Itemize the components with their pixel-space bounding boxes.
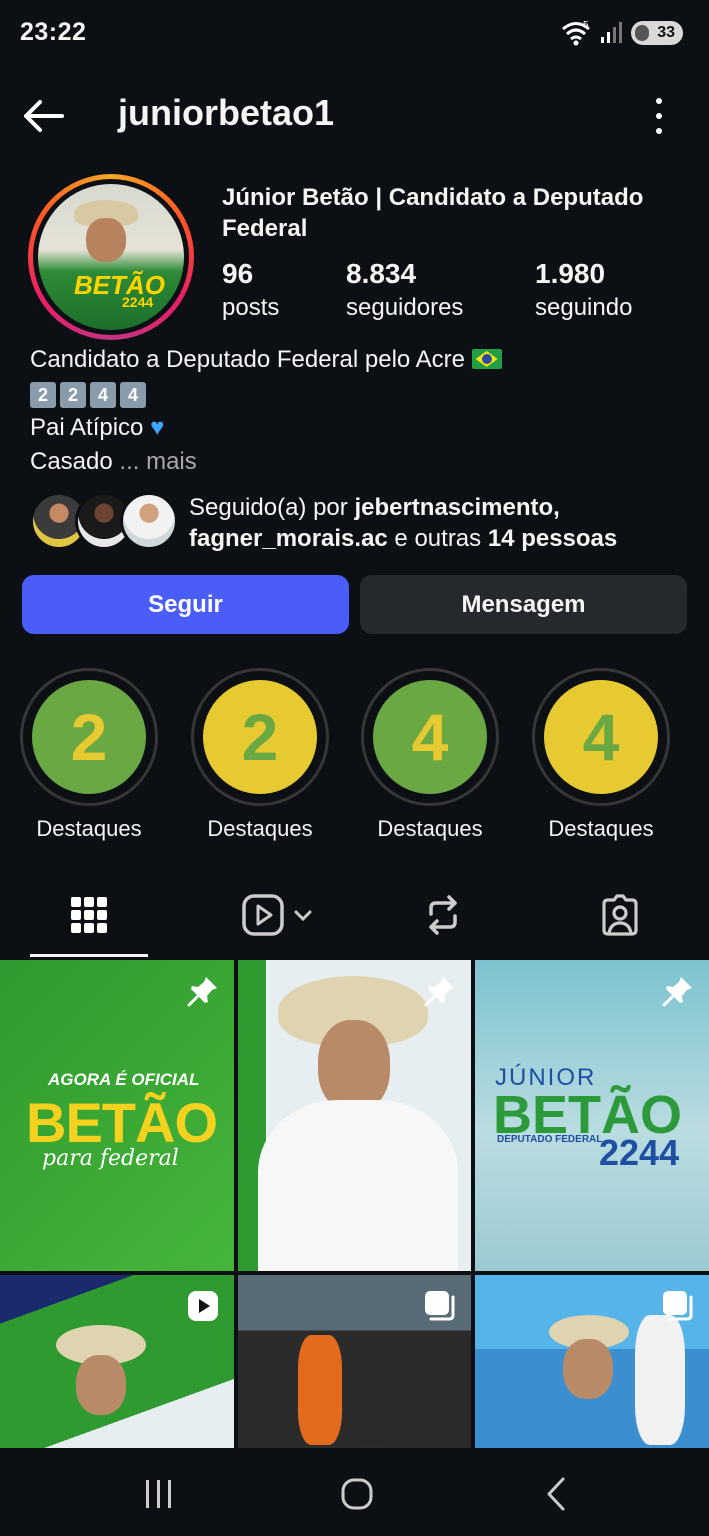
wifi-badge: 5 bbox=[583, 20, 589, 31]
tab-reposts[interactable] bbox=[384, 876, 502, 954]
signal-icon bbox=[601, 22, 622, 43]
avatar bbox=[120, 492, 178, 550]
profile-stats: 96 posts 8.834 seguidores 1.980 seguindo bbox=[222, 258, 692, 330]
stat-label: seguindo bbox=[535, 294, 633, 321]
highlight-item[interactable]: 4 Destaques bbox=[360, 668, 500, 842]
reel-icon bbox=[188, 1291, 218, 1321]
profile-tabs bbox=[0, 876, 709, 958]
battery-icon: 33 bbox=[631, 21, 683, 45]
highlight-cover: 4 bbox=[544, 680, 658, 794]
brazil-flag-icon bbox=[471, 349, 502, 369]
stat-value: 8.834 bbox=[346, 258, 417, 289]
stat-posts[interactable]: 96 posts bbox=[222, 258, 279, 322]
stat-value: 1.980 bbox=[535, 258, 606, 289]
avatar-number: 2244 bbox=[122, 294, 154, 310]
status-bar: 23:22 5 33 bbox=[0, 0, 709, 68]
post-thumbnail[interactable]: JÚNIOR BETÃO DEPUTADO FEDERAL 2244 bbox=[475, 960, 709, 1271]
highlight-cover: 2 bbox=[203, 680, 317, 794]
bio-keycaps: 2 2 4 4 bbox=[30, 381, 146, 408]
post-number: 2244 bbox=[599, 1132, 680, 1173]
battery-level: 33 bbox=[657, 24, 675, 41]
back-button[interactable] bbox=[20, 94, 68, 138]
bio-line: Pai Atípico ♥ bbox=[30, 414, 165, 441]
keycap-icon: 2 bbox=[30, 381, 56, 408]
story-ring[interactable]: BETÃO 2244 bbox=[28, 174, 194, 340]
dot-icon bbox=[656, 128, 662, 134]
post-subtitle: para federal bbox=[42, 1146, 179, 1171]
bio-line: Candidato a Deputado Federal pelo Acre bbox=[30, 343, 680, 377]
pin-icon bbox=[187, 977, 217, 1007]
followed-by[interactable]: Seguido(a) por jebertnascimento, fagner_… bbox=[30, 490, 700, 554]
highlight-cover: 4 bbox=[373, 680, 487, 794]
bio-line: Casado ... mais bbox=[30, 448, 197, 475]
bio-more-link[interactable]: ... mais bbox=[119, 448, 196, 475]
carousel-icon bbox=[663, 1291, 693, 1321]
stat-followers[interactable]: 8.834 seguidores bbox=[346, 258, 463, 322]
stat-label: posts bbox=[222, 294, 280, 321]
post-thumbnail[interactable] bbox=[475, 1275, 709, 1460]
post-thumbnail[interactable] bbox=[0, 1275, 234, 1460]
followed-by-text: Seguido(a) por jebertnascimento, fagner_… bbox=[189, 494, 618, 552]
wifi-icon: 5 bbox=[562, 20, 590, 46]
stat-label: seguidores bbox=[346, 294, 464, 321]
back-nav-button[interactable] bbox=[526, 1474, 586, 1514]
tab-indicator bbox=[30, 954, 148, 957]
system-nav-bar bbox=[0, 1448, 709, 1536]
tab-tagged[interactable] bbox=[561, 876, 679, 954]
highlight-cover: 2 bbox=[32, 680, 146, 794]
highlight-item[interactable]: 4 Destaques bbox=[531, 668, 671, 842]
highlight-label: Destaques bbox=[36, 816, 142, 841]
pin-icon bbox=[424, 977, 454, 1007]
tab-reels[interactable] bbox=[220, 876, 338, 954]
message-button[interactable]: Mensagem bbox=[360, 575, 687, 634]
avatar: BETÃO 2244 bbox=[38, 184, 184, 330]
highlight-label: Destaques bbox=[207, 816, 313, 841]
keycap-icon: 4 bbox=[90, 381, 116, 408]
status-icons: 5 33 bbox=[561, 20, 683, 46]
repost-icon bbox=[429, 895, 457, 935]
more-options-button[interactable] bbox=[649, 98, 669, 134]
tagged-user-icon bbox=[602, 894, 638, 936]
profile-username: juniorbetao1 bbox=[118, 92, 335, 133]
chevron-left-icon bbox=[547, 1477, 565, 1511]
status-time: 23:22 bbox=[20, 18, 87, 46]
post-headline: AGORA É OFICIAL bbox=[48, 1070, 200, 1089]
top-bar: juniorbetao1 bbox=[0, 84, 709, 148]
stat-value: 96 bbox=[222, 258, 254, 289]
home-button[interactable] bbox=[327, 1474, 387, 1514]
arrow-left-icon bbox=[24, 100, 64, 132]
post-subtitle: DEPUTADO FEDERAL bbox=[497, 1134, 603, 1145]
profile-full-name: Júnior Betão | Candidato a Deputado Fede… bbox=[222, 184, 644, 242]
follow-button[interactable]: Seguir bbox=[22, 575, 349, 634]
highlight-label: Destaques bbox=[377, 816, 483, 841]
profile-bio: Candidato a Deputado Federal pelo Acre 2… bbox=[30, 343, 680, 479]
highlight-item[interactable]: 2 Destaques bbox=[19, 668, 159, 842]
tab-grid[interactable] bbox=[30, 876, 148, 954]
stat-following[interactable]: 1.980 seguindo bbox=[535, 258, 632, 322]
post-thumbnail[interactable]: AGORA É OFICIAL BETÃO para federal bbox=[0, 960, 234, 1271]
dot-icon bbox=[656, 113, 662, 119]
carousel-icon bbox=[425, 1291, 455, 1321]
keycap-icon: 4 bbox=[120, 381, 146, 408]
grid-icon bbox=[71, 897, 107, 933]
pin-icon bbox=[662, 977, 692, 1007]
highlight-label: Destaques bbox=[548, 816, 654, 841]
recent-apps-button[interactable] bbox=[129, 1474, 189, 1514]
reels-icon bbox=[242, 894, 312, 936]
post-thumbnail[interactable] bbox=[238, 960, 471, 1271]
blue-heart-icon: ♥ bbox=[150, 414, 165, 441]
posts-grid: AGORA É OFICIAL BETÃO para federal JÚNIO… bbox=[0, 960, 709, 1460]
keycap-icon: 2 bbox=[60, 381, 86, 408]
highlight-item[interactable]: 2 Destaques bbox=[190, 668, 330, 842]
dot-icon bbox=[656, 98, 662, 104]
home-icon bbox=[341, 1478, 373, 1510]
post-thumbnail[interactable] bbox=[238, 1275, 471, 1460]
recent-apps-icon bbox=[146, 1480, 171, 1508]
